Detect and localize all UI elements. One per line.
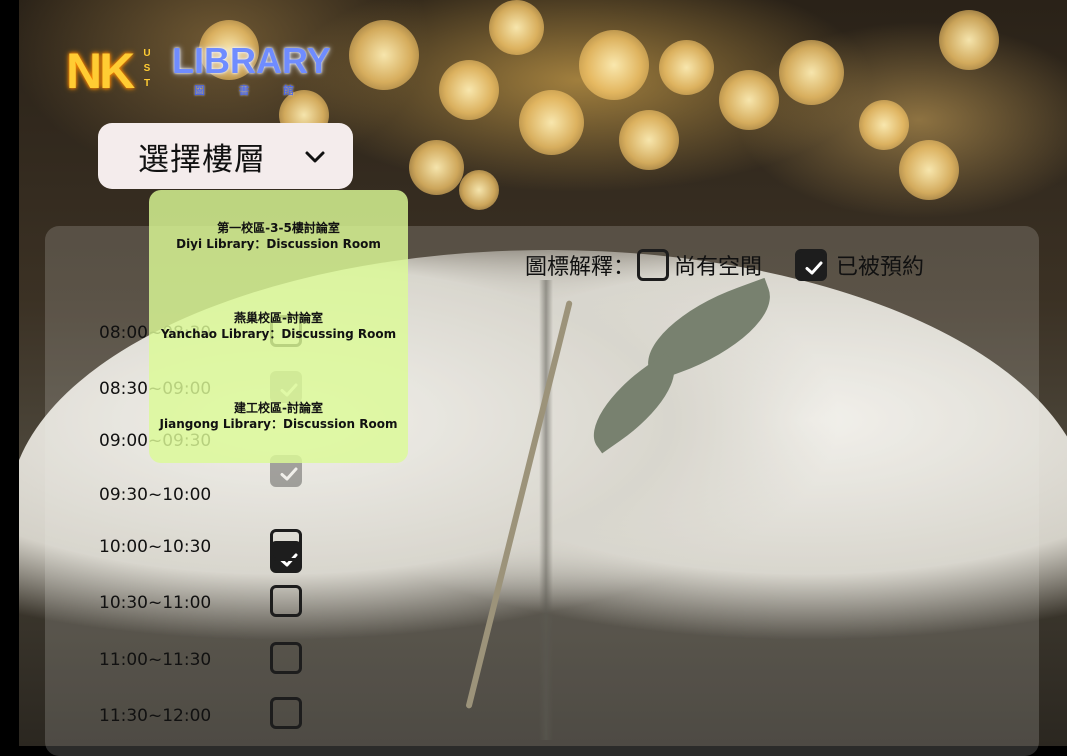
dropdown-option-jiangong[interactable]: 建工校區-討論室 Jiangong Library：Discussion Roo… (149, 401, 408, 432)
floor-dropdown-menu: 第一校區-3-5樓討論室 Diyi Library：Discussion Roo… (149, 190, 408, 463)
dropdown-option-diyi[interactable]: 第一校區-3-5樓討論室 Diyi Library：Discussion Roo… (149, 221, 408, 252)
option-en-label: Yanchao Library：Discussing Room (160, 327, 397, 341)
floor-select-dropdown[interactable]: 選擇樓層 (98, 123, 353, 189)
option-en-label: Diyi Library：Discussion Room (176, 237, 381, 251)
option-zh-label: 建工校區-討論室 (234, 401, 323, 415)
option-zh-label: 第一校區-3-5樓討論室 (217, 221, 340, 235)
option-zh-label: 燕巢校區-討論室 (234, 311, 323, 325)
logo-subtitle: 圖書館 (194, 84, 294, 97)
time-slot-label: 11:00~11:30 (99, 650, 212, 670)
logo-ust-text: UST (143, 48, 151, 89)
floor-select-label: 選擇樓層 (138, 141, 266, 178)
option-en-label: Jiangong Library：Discussion Room (159, 417, 398, 431)
time-slot-label: 09:30~10:00 (99, 485, 212, 505)
slot-checkbox[interactable] (270, 697, 302, 729)
chevron-down-icon (305, 151, 325, 163)
dropdown-option-yanchao[interactable]: 燕巢校區-討論室 Yanchao Library：Discussing Room (149, 311, 408, 342)
time-slot-label: 10:30~11:00 (99, 593, 212, 613)
booked-checkbox-icon (795, 249, 828, 281)
icon-legend: 圖標解釋： 尚有空間 已被預約 (525, 246, 924, 284)
logo-library-text: LIBRARY (172, 40, 331, 81)
logo-nk-text: NK (66, 43, 135, 99)
time-slot-label: 11:30~12:00 (99, 706, 212, 726)
slot-checkbox[interactable] (270, 642, 302, 674)
available-checkbox-icon (637, 249, 670, 281)
legend-available-label: 尚有空間 (674, 255, 763, 280)
legend-booked-label: 已被預約 (836, 255, 925, 280)
legend-title: 圖標解釋： (525, 255, 636, 280)
slot-checkbox[interactable] (270, 585, 302, 617)
time-slot-label: 10:00~10:30 (99, 537, 212, 557)
slot-checkbox[interactable] (270, 529, 302, 561)
